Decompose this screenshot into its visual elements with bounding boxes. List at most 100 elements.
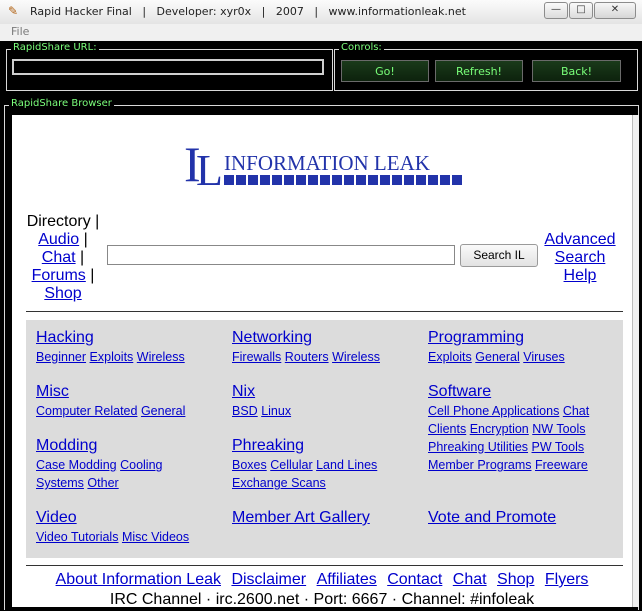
sub-link[interactable]: Land Lines [316, 458, 377, 472]
svg-text:L: L [196, 146, 223, 193]
advanced-link[interactable]: Advanced [544, 231, 615, 248]
sub-link[interactable]: Encryption [470, 422, 529, 436]
sub-link[interactable]: Wireless [137, 350, 185, 364]
category-title[interactable]: Networking [232, 328, 422, 348]
sub-link[interactable]: Boxes [232, 458, 267, 472]
sub-link[interactable]: Cell Phone Applications [428, 404, 559, 418]
sub-link[interactable]: General [475, 350, 519, 364]
category-vote-and-promote: Vote and Promote [428, 508, 618, 528]
category-title[interactable]: Programming [428, 328, 618, 348]
browser-view[interactable]: I L INFORMATION LEAK Directory | Audio |… [10, 115, 639, 607]
dir-link-chat[interactable]: Chat [42, 249, 76, 266]
logo-bar-block [356, 175, 366, 185]
logo-bar-block [428, 175, 438, 185]
sub-link[interactable]: NW Tools [532, 422, 585, 436]
sub-link[interactable]: Case Modding [36, 458, 117, 472]
sub-link[interactable]: Beginner [36, 350, 86, 364]
controls-group: Conrols: Go! Refresh! Back! [334, 42, 638, 91]
footer-divider [26, 565, 623, 566]
category-title[interactable]: Member Art Gallery [232, 508, 422, 528]
category-video: Video Video Tutorials Misc Videos [36, 508, 226, 546]
logo-bar-block [224, 175, 234, 185]
site-logo[interactable]: I L INFORMATION LEAK [182, 136, 472, 198]
search-area: Directory | Audio | Chat | Forums | Shop… [12, 211, 632, 303]
footer-link-flyers[interactable]: Flyers [545, 571, 589, 588]
sub-link[interactable]: Viruses [523, 350, 564, 364]
divider [26, 311, 623, 312]
sub-link[interactable]: Computer Related [36, 404, 137, 418]
sub-link[interactable]: General [141, 404, 185, 418]
category-title[interactable]: Phreaking [232, 436, 392, 456]
sub-link[interactable]: Freeware [535, 458, 588, 472]
sub-link[interactable]: Member Programs [428, 458, 532, 472]
maximize-button[interactable]: □ [569, 2, 593, 19]
minimize-button[interactable]: — [544, 2, 568, 19]
url-group-label: RapidShare URL: [11, 42, 99, 53]
sub-link[interactable]: BSD [232, 404, 258, 418]
logo-bar-block [368, 175, 378, 185]
directory-label: Directory [26, 213, 91, 230]
category-title[interactable]: Software [428, 382, 603, 402]
footer-link-about[interactable]: About Information Leak [56, 571, 221, 588]
category-title[interactable]: Vote and Promote [428, 508, 618, 528]
logo-bar-block [392, 175, 402, 185]
sub-link[interactable]: Video Tutorials [36, 530, 118, 544]
footer-link-chat[interactable]: Chat [453, 571, 487, 588]
sub-link[interactable]: Routers [285, 350, 329, 364]
title-bar[interactable]: ✎ Rapid Hacker Final | Developer: xyr0x … [0, 0, 642, 25]
sub-link[interactable]: Cellular [270, 458, 312, 472]
dir-link-shop[interactable]: Shop [44, 285, 81, 302]
directory-cell: Directory | Audio | Chat | Forums | Shop [26, 213, 100, 302]
footer-link-shop[interactable]: Shop [497, 571, 534, 588]
logo-bar-block [452, 175, 462, 185]
menu-bar: File [0, 24, 642, 41]
footer-link-contact[interactable]: Contact [387, 571, 442, 588]
site-search-input[interactable] [107, 245, 455, 265]
category-title[interactable]: Hacking [36, 328, 226, 348]
sub-link[interactable]: Exchange Scans [232, 476, 326, 490]
sub-link[interactable]: Linux [261, 404, 291, 418]
sub-link[interactable]: Wireless [332, 350, 380, 364]
sub-link[interactable]: Exploits [428, 350, 472, 364]
sub-link[interactable]: Firewalls [232, 350, 281, 364]
app-icon: ✎ [7, 4, 19, 18]
site-footer: About Information Leak Disclaimer Affili… [12, 571, 632, 607]
sub-link[interactable]: Exploits [90, 350, 134, 364]
search-il-button[interactable]: Search IL [460, 244, 538, 267]
logo-bar-block [440, 175, 450, 185]
sub-link[interactable]: PW Tools [532, 440, 585, 454]
dir-link-forums[interactable]: Forums [32, 267, 86, 284]
category-modding: Modding Case Modding Cooling Systems Oth… [36, 436, 211, 492]
sub-link[interactable]: Other [87, 476, 118, 490]
logo-bar-block [296, 175, 306, 185]
category-title[interactable]: Misc [36, 382, 226, 402]
menu-file[interactable]: File [11, 25, 29, 38]
close-button[interactable]: ✕ [594, 2, 636, 19]
sub-link[interactable]: Phreaking Utilities [428, 440, 528, 454]
category-phreaking: Phreaking Boxes Cellular Land Lines Exch… [232, 436, 392, 492]
category-nix: Nix BSD Linux [232, 382, 422, 420]
category-title[interactable]: Nix [232, 382, 422, 402]
logo-bar-block [260, 175, 270, 185]
url-input[interactable] [12, 59, 324, 75]
logo-bar-block [284, 175, 294, 185]
dir-link-audio[interactable]: Audio [38, 231, 79, 248]
logo-bar-block [404, 175, 414, 185]
sub-link[interactable]: Misc Videos [122, 530, 189, 544]
controls-group-label: Conrols: [339, 42, 384, 53]
category-title[interactable]: Video [36, 508, 226, 528]
logo-bar-block [416, 175, 426, 185]
help-link[interactable]: Help [564, 267, 597, 284]
category-title[interactable]: Modding [36, 436, 211, 456]
category-member-art-gallery: Member Art Gallery [232, 508, 422, 528]
go-button[interactable]: Go! [341, 60, 429, 82]
search-link[interactable]: Search [555, 249, 606, 266]
browser-group-label: RapidShare Browser [9, 98, 114, 109]
category-hacking: Hacking Beginner Exploits Wireless [36, 328, 226, 366]
footer-link-disclaimer[interactable]: Disclaimer [231, 571, 306, 588]
back-button[interactable]: Back! [532, 60, 621, 82]
vertical-scrollbar[interactable] [632, 115, 639, 607]
logo-bar-block [248, 175, 258, 185]
refresh-button[interactable]: Refresh! [435, 60, 523, 82]
footer-link-affiliates[interactable]: Affiliates [317, 571, 377, 588]
